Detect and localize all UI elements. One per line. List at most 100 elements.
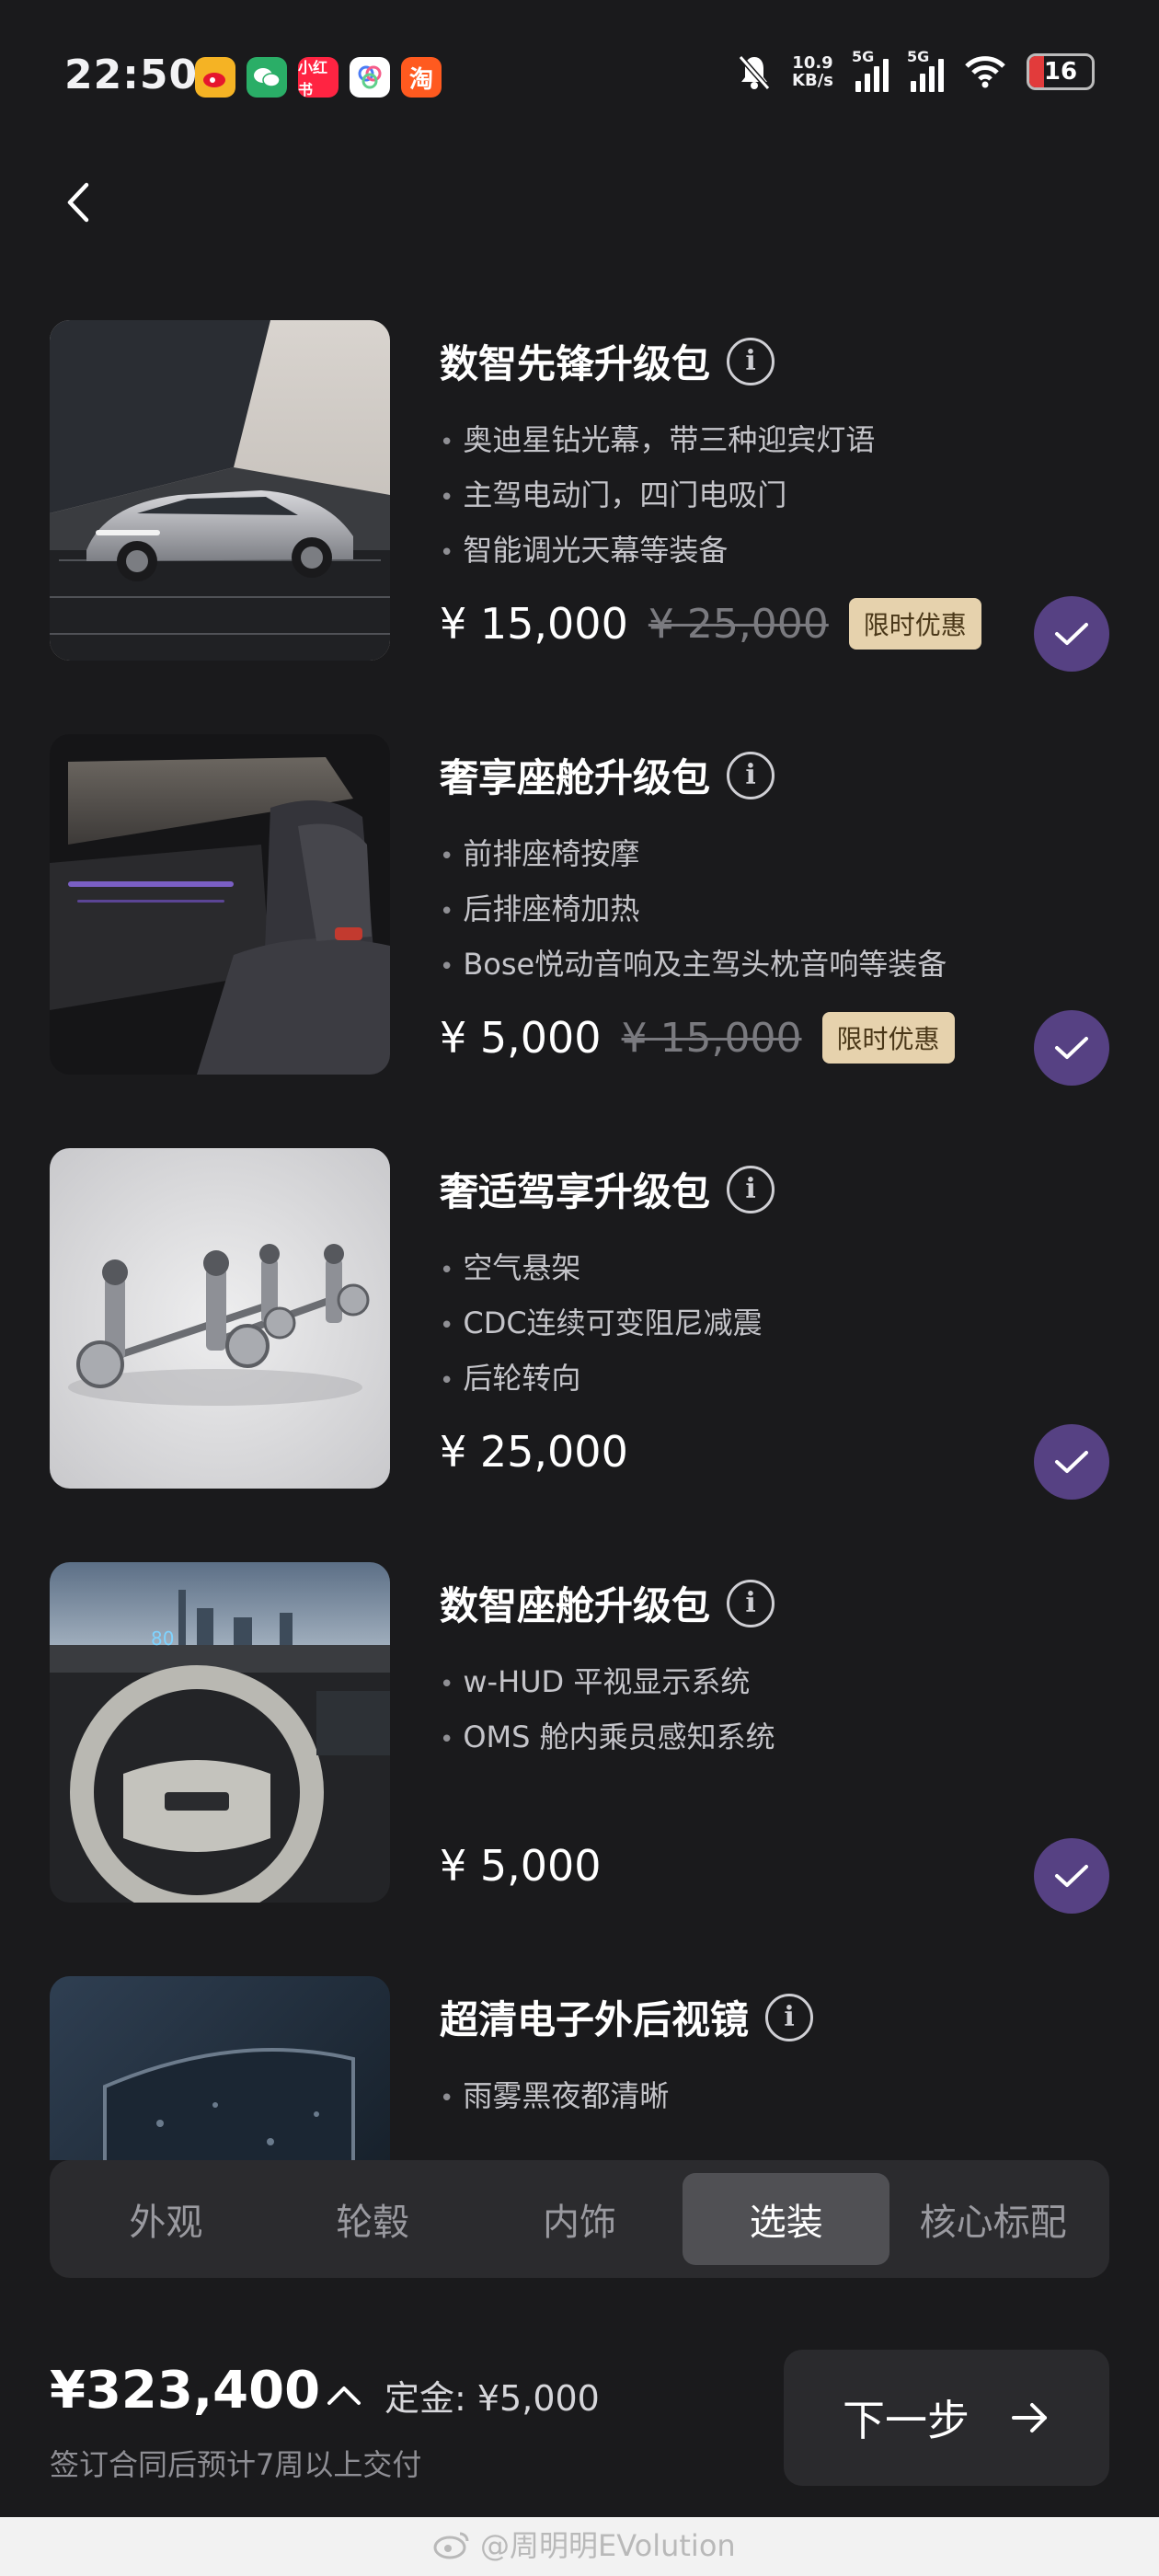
feature-item: 奥迪星钻光幕，带三种迎宾灯语 [440, 412, 875, 467]
package-title-row: 数智先锋升级包 i [440, 333, 775, 389]
price: ¥ 25,000 [440, 1427, 628, 1477]
check-icon [1055, 1865, 1088, 1887]
tab-interior[interactable]: 内饰 [476, 2173, 683, 2265]
check-icon [1055, 1451, 1088, 1473]
select-checkbox[interactable] [1034, 1424, 1109, 1500]
status-time: 22:50 [64, 52, 199, 98]
package-image [50, 320, 390, 661]
sim1-label: 5G [852, 48, 875, 65]
feature-item: 智能调光天幕等装备 [440, 523, 875, 578]
price-row: ¥ 5,000 [440, 1829, 602, 1903]
deposit-text: 定金: ¥5,000 [384, 2378, 600, 2419]
info-icon[interactable]: i [727, 337, 775, 385]
watermark-strip: @周明明EVolution [0, 2517, 1159, 2576]
select-checkbox[interactable] [1034, 1010, 1109, 1086]
arrow-right-icon [1012, 2403, 1047, 2432]
mute-icon [738, 55, 771, 90]
package-card[interactable]: 奢享座舱升级包 i 前排座椅按摩 后排座椅加热 Bose悦动音响及主驾头枕音响等… [50, 734, 1109, 1086]
category-tabs: 外观 轮毂 内饰 选装 核心标配 [50, 2160, 1109, 2278]
network-speed-value: 10.9 [792, 53, 833, 73]
feature-item: CDC连续可变阻尼减震 [440, 1295, 762, 1351]
tab-exterior[interactable]: 外观 [63, 2173, 270, 2265]
original-price: ¥ 15,000 [621, 1014, 802, 1062]
svg-text:80: 80 [151, 1627, 174, 1650]
status-bar: 22:50 小红书 淘 10.9 KB/s 5G 5G 16 [0, 0, 1159, 156]
total-price: ¥323,400 [50, 2361, 321, 2421]
feature-item: 空气悬架 [440, 1240, 763, 1295]
package-title: 奢享座舱升级包 [440, 755, 711, 800]
xiaohongshu-icon: 小红书 [298, 57, 339, 98]
feature-item: 后轮转向 [440, 1351, 763, 1406]
weibo-icon [195, 57, 235, 98]
feature-item: 前排座椅按摩 [440, 826, 947, 881]
network-speed: 10.9 KB/s [792, 54, 833, 89]
select-checkbox[interactable] [1034, 1838, 1109, 1914]
checkout-bar: ¥323,400 定金: ¥5,000 签订合同后预计7周以上交付 下一步 [0, 2278, 1159, 2517]
feature-item: w-HUD 平视显示系统 [440, 1654, 775, 1709]
weibo-logo-icon [433, 2532, 469, 2559]
package-title-row: 超清电子外后视镜 i [440, 1989, 814, 2045]
network-speed-unit: KB/s [792, 71, 833, 90]
taobao-icon: 淘 [401, 57, 442, 98]
battery-indicator: 16 [1027, 53, 1095, 90]
status-indicators: 10.9 KB/s 5G 5G 16 [737, 48, 1095, 92]
check-icon [1055, 1037, 1088, 1059]
wechat-icon [247, 57, 287, 98]
chevron-left-icon [67, 182, 89, 223]
info-icon[interactable]: i [727, 751, 775, 799]
price: ¥ 5,000 [440, 1013, 602, 1063]
info-icon[interactable]: i [727, 1579, 775, 1627]
price: ¥ 15,000 [440, 599, 628, 649]
package-features: 奥迪星钻光幕，带三种迎宾灯语 主驾电动门，四门电吸门 智能调光天幕等装备 [440, 412, 875, 578]
signal-5g-1: 5G [852, 48, 889, 92]
back-button[interactable] [64, 175, 110, 230]
tab-wheels[interactable]: 轮毂 [270, 2173, 476, 2265]
feature-item: 主驾电动门，四门电吸门 [440, 467, 875, 523]
watermark: @周明明EVolution [432, 2523, 736, 2565]
next-step-label: 下一步 [843, 2396, 970, 2445]
battery-level: 16 [1043, 58, 1078, 86]
price-row: ¥ 5,000 ¥ 15,000 限时优惠 [440, 1001, 955, 1075]
package-features: w-HUD 平视显示系统 OMS 舱内乘员感知系统 [440, 1654, 775, 1765]
package-image: 80 [50, 1562, 390, 1903]
tab-core-standard[interactable]: 核心标配 [889, 2173, 1096, 2265]
package-card[interactable]: 奢适驾享升级包 i 空气悬架 CDC连续可变阻尼减震 后轮转向 ¥ 25,000 [50, 1148, 1109, 1500]
sim2-label: 5G [907, 48, 930, 65]
price-row: ¥ 15,000 ¥ 25,000 限时优惠 [440, 587, 981, 661]
package-title: 数智先锋升级包 [440, 341, 711, 386]
chevron-up-icon[interactable] [326, 2381, 362, 2409]
feature-item: 后排座椅加热 [440, 881, 947, 937]
feature-item: OMS 舱内乘员感知系统 [440, 1709, 775, 1765]
wifi-icon [965, 56, 1005, 88]
original-price: ¥ 25,000 [648, 600, 829, 648]
delivery-note: 签订合同后预计7周以上交付 [50, 2447, 422, 2482]
info-icon[interactable]: i [765, 1993, 814, 2041]
tab-options[interactable]: 选装 [683, 2173, 890, 2265]
package-card[interactable]: 80 数智座舱升级包 i w-HUD 平视显示系统 OMS 舱内乘员感知系统 ¥… [50, 1562, 1109, 1914]
check-icon [1055, 623, 1088, 645]
watermark-text: @周明明EVolution [480, 2528, 736, 2563]
app-icon [350, 57, 390, 98]
package-image [50, 1976, 390, 2160]
price: ¥ 5,000 [440, 1841, 602, 1891]
package-features: 雨雾黑夜都清晰 [440, 2068, 669, 2123]
package-title-row: 数智座舱升级包 i [440, 1575, 775, 1631]
signal-5g-2: 5G [907, 48, 944, 92]
feature-item: Bose悦动音响及主驾头枕音响等装备 [440, 937, 947, 992]
package-card[interactable]: 数智先锋升级包 i 奥迪星钻光幕，带三种迎宾灯语 主驾电动门，四门电吸门 智能调… [50, 320, 1109, 672]
info-icon[interactable]: i [727, 1165, 775, 1213]
package-image [50, 1148, 390, 1489]
select-checkbox[interactable] [1034, 596, 1109, 672]
feature-item: 雨雾黑夜都清晰 [440, 2068, 669, 2123]
package-image [50, 734, 390, 1075]
promo-badge: 限时优惠 [821, 1012, 955, 1064]
package-features: 空气悬架 CDC连续可变阻尼减震 后轮转向 [440, 1240, 763, 1406]
package-card[interactable]: 超清电子外后视镜 i 雨雾黑夜都清晰 [50, 1976, 1109, 2160]
price-row: ¥ 25,000 [440, 1415, 628, 1489]
package-title-row: 奢享座舱升级包 i [440, 747, 775, 803]
package-title: 数智座舱升级包 [440, 1583, 711, 1628]
next-step-button[interactable]: 下一步 [784, 2350, 1109, 2486]
promo-badge: 限时优惠 [848, 598, 981, 650]
status-app-icons: 小红书 淘 [195, 57, 442, 98]
package-title: 超清电子外后视镜 [440, 1997, 750, 2042]
